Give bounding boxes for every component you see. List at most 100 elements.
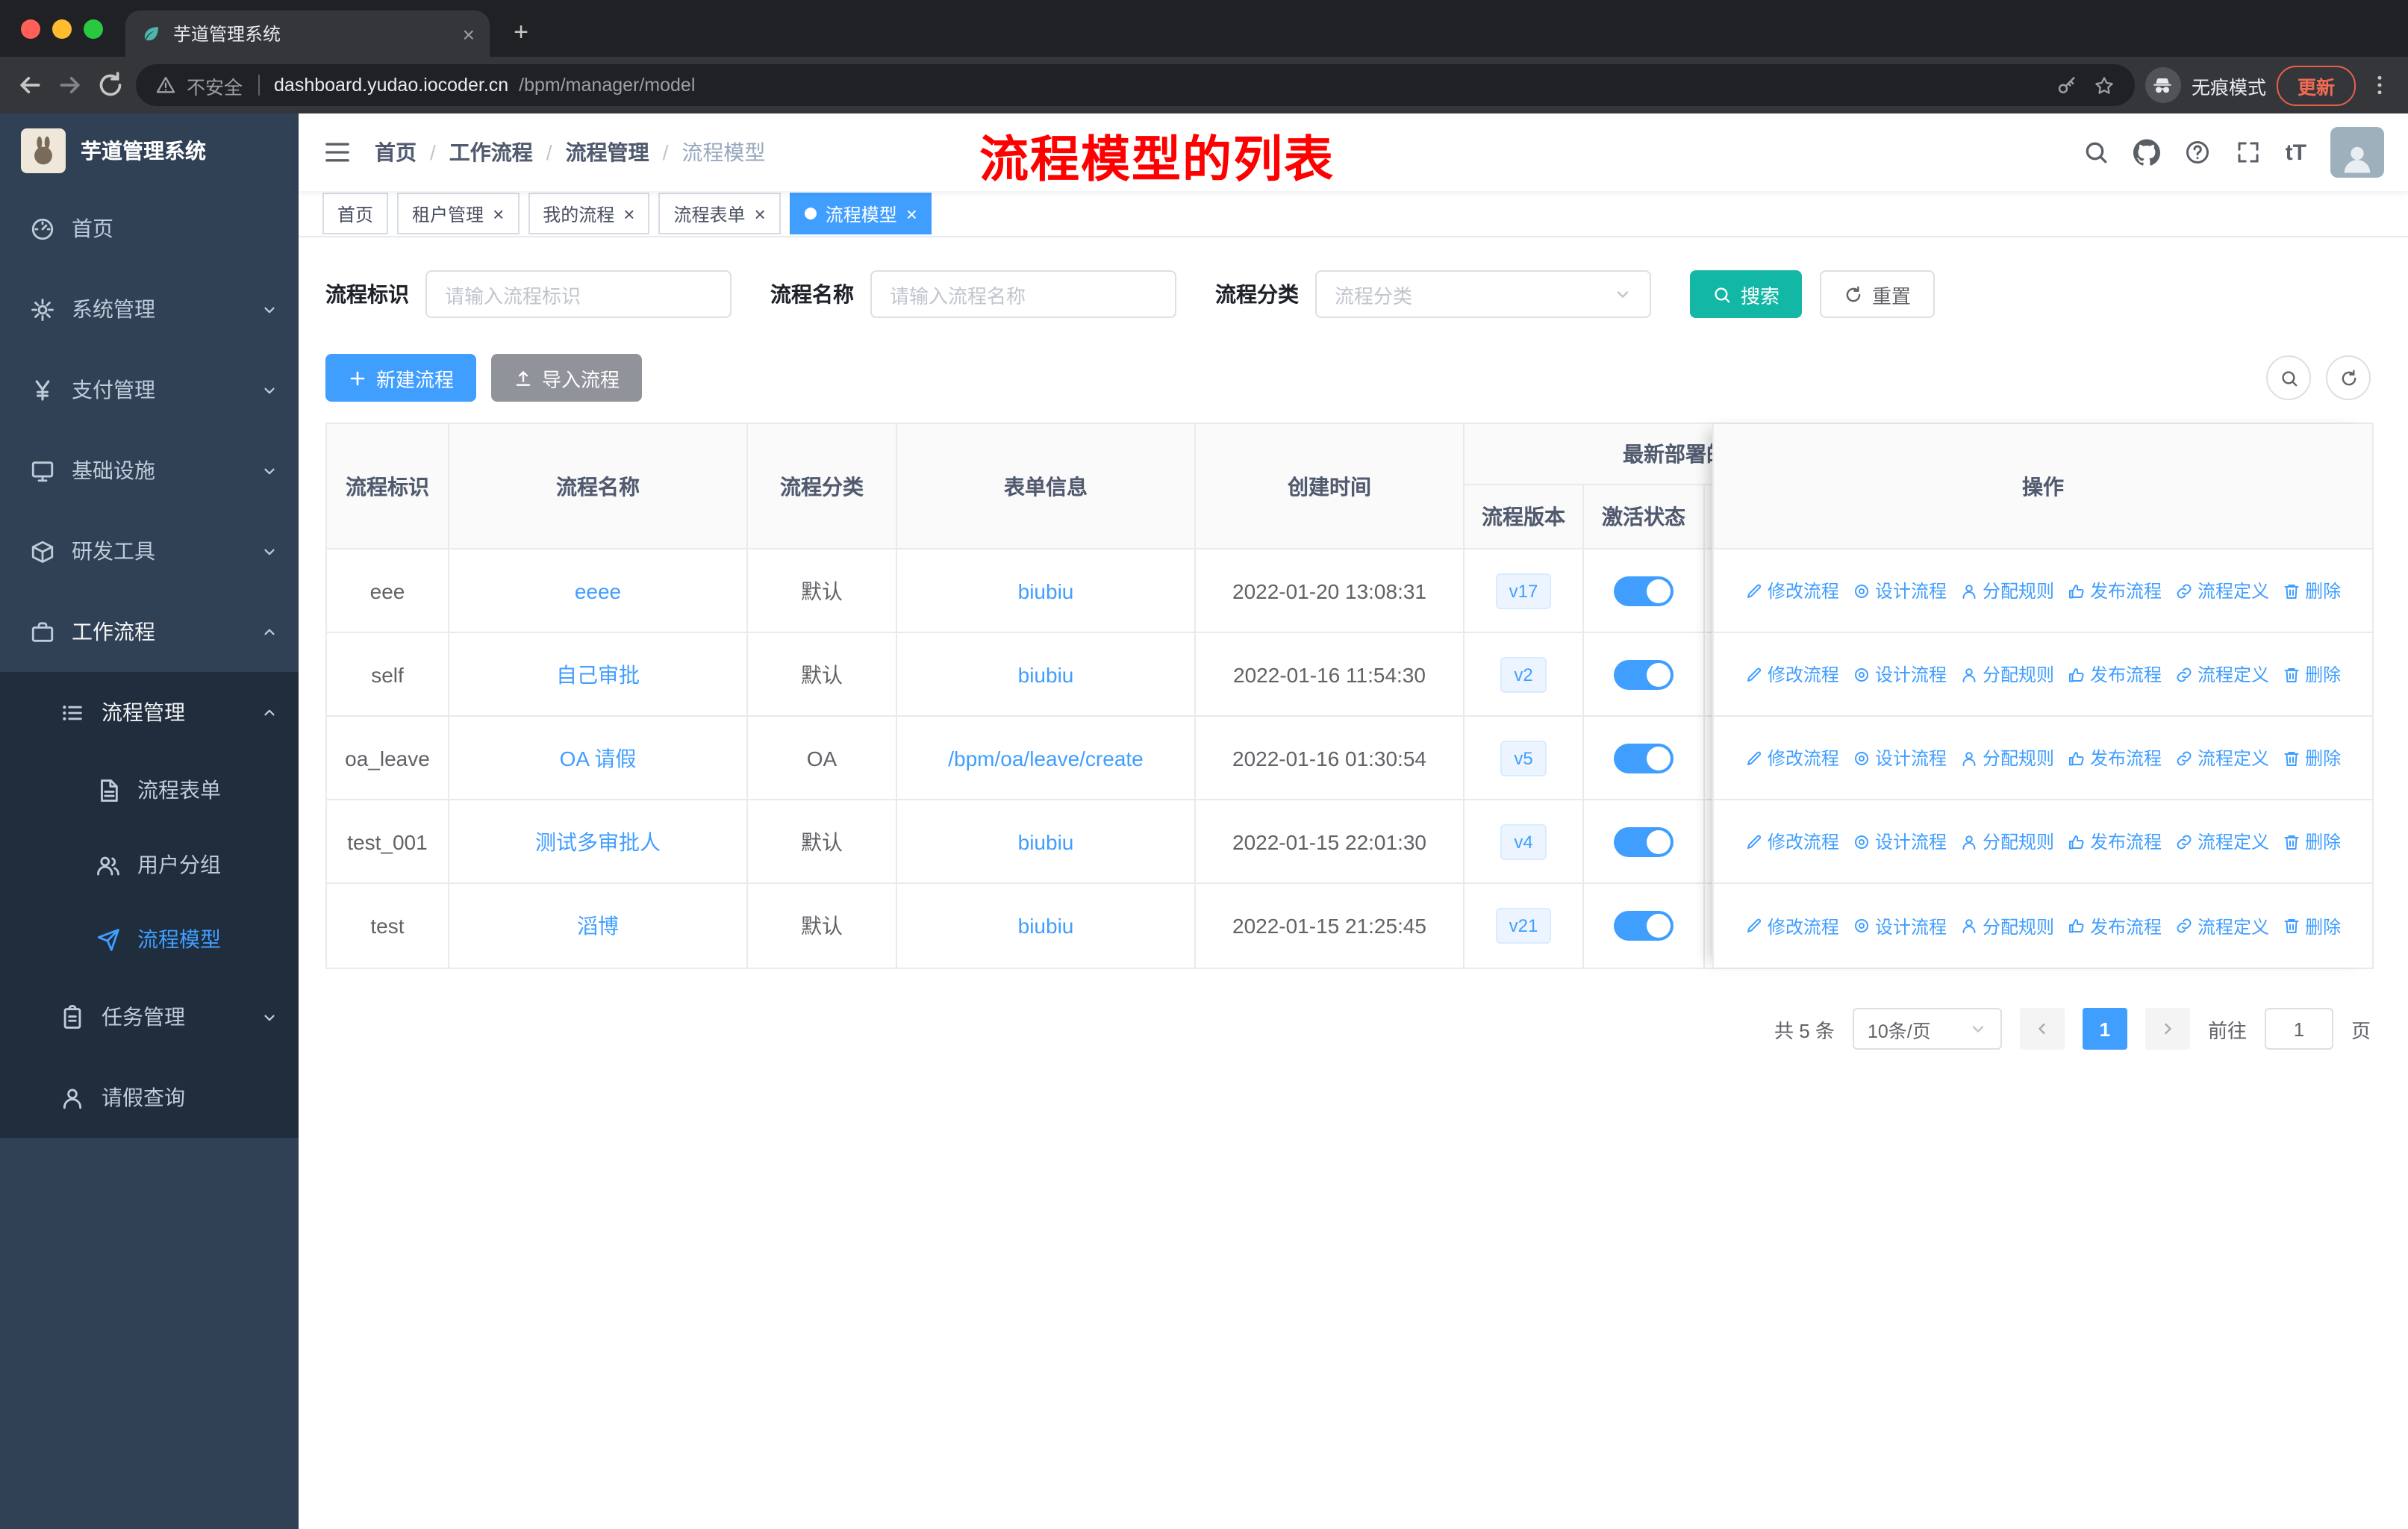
action-trash-link[interactable]: 删除 bbox=[2283, 745, 2341, 770]
refresh-table-button[interactable] bbox=[2326, 355, 2371, 400]
breadcrumb-item[interactable]: 首页 bbox=[375, 137, 417, 167]
toggle-search-button[interactable] bbox=[2266, 355, 2311, 400]
action-target-link[interactable]: 设计流程 bbox=[1853, 578, 1947, 603]
sidebar-item-4[interactable]: 研发工具 bbox=[0, 511, 299, 591]
sidebar-item-9[interactable]: 流程模型 bbox=[0, 902, 299, 977]
process-name-link[interactable]: 自己审批 bbox=[556, 659, 640, 689]
process-name-input[interactable]: 请输入流程名称 bbox=[870, 270, 1176, 318]
create-process-button[interactable]: 新建流程 bbox=[325, 354, 477, 402]
back-icon[interactable] bbox=[15, 70, 45, 100]
page-number-button[interactable]: 1 bbox=[2082, 1008, 2127, 1050]
sidebar-item-2[interactable]: 支付管理 bbox=[0, 349, 299, 430]
action-thumb-link[interactable]: 发布流程 bbox=[2068, 913, 2162, 938]
prev-page-button[interactable] bbox=[2019, 1008, 2065, 1050]
action-user-link[interactable]: 分配规则 bbox=[1960, 661, 2054, 687]
process-name-link[interactable]: 测试多审批人 bbox=[535, 826, 661, 856]
sidebar-item-7[interactable]: 流程表单 bbox=[0, 753, 299, 827]
forward-icon[interactable] bbox=[55, 70, 85, 100]
action-link-link[interactable]: 流程定义 bbox=[2175, 829, 2269, 854]
bookmark-star-icon[interactable] bbox=[2093, 74, 2115, 96]
sidebar-item-3[interactable]: 基础设施 bbox=[0, 430, 299, 511]
tag-流程模型[interactable]: 流程模型 × bbox=[789, 193, 932, 234]
fullscreen-icon[interactable] bbox=[2235, 139, 2262, 166]
reset-button[interactable]: 重置 bbox=[1820, 270, 1936, 318]
browser-tab[interactable]: 芋道管理系统 × bbox=[125, 10, 490, 57]
action-edit-link[interactable]: 修改流程 bbox=[1745, 829, 1839, 854]
sidebar-item-1[interactable]: 系统管理 bbox=[0, 269, 299, 349]
action-thumb-link[interactable]: 发布流程 bbox=[2068, 578, 2162, 603]
sidebar-item-5[interactable]: 工作流程 bbox=[0, 591, 299, 672]
close-icon[interactable]: × bbox=[493, 204, 504, 223]
form-link[interactable]: biubiu bbox=[1018, 829, 1074, 853]
tag-首页[interactable]: 首页 bbox=[322, 193, 389, 234]
action-link-link[interactable]: 流程定义 bbox=[2175, 578, 2269, 603]
active-toggle[interactable] bbox=[1614, 576, 1674, 605]
font-size-icon[interactable]: tT bbox=[2286, 140, 2306, 165]
sidebar-item-10[interactable]: 任务管理 bbox=[0, 977, 299, 1057]
minimize-window-button[interactable] bbox=[52, 19, 72, 39]
action-trash-link[interactable]: 删除 bbox=[2283, 829, 2341, 854]
password-key-icon[interactable] bbox=[2056, 74, 2078, 96]
action-link-link[interactable]: 流程定义 bbox=[2175, 745, 2269, 770]
import-process-button[interactable]: 导入流程 bbox=[491, 354, 643, 402]
action-target-link[interactable]: 设计流程 bbox=[1853, 913, 1947, 938]
sidebar-item-11[interactable]: 请假查询 bbox=[0, 1057, 299, 1138]
close-icon[interactable]: × bbox=[906, 204, 917, 223]
active-toggle[interactable] bbox=[1614, 743, 1674, 773]
avatar[interactable] bbox=[2330, 127, 2384, 178]
action-user-link[interactable]: 分配规则 bbox=[1960, 829, 2054, 854]
action-thumb-link[interactable]: 发布流程 bbox=[2068, 661, 2162, 687]
action-trash-link[interactable]: 删除 bbox=[2283, 578, 2341, 603]
process-name-link[interactable]: 滔博 bbox=[577, 911, 619, 941]
form-link[interactable]: /bpm/oa/leave/create bbox=[948, 746, 1144, 770]
active-toggle[interactable] bbox=[1614, 659, 1674, 689]
tag-租户管理[interactable]: 租户管理 × bbox=[397, 193, 520, 234]
form-link[interactable]: biubiu bbox=[1018, 914, 1074, 938]
sidebar-item-8[interactable]: 用户分组 bbox=[0, 827, 299, 902]
action-target-link[interactable]: 设计流程 bbox=[1853, 745, 1947, 770]
action-target-link[interactable]: 设计流程 bbox=[1853, 661, 1947, 687]
action-thumb-link[interactable]: 发布流程 bbox=[2068, 745, 2162, 770]
breadcrumb-item[interactable]: 工作流程 bbox=[449, 137, 533, 167]
page-size-select[interactable]: 10条/页 bbox=[1852, 1008, 2002, 1050]
process-name-link[interactable]: eeee bbox=[575, 579, 621, 602]
action-target-link[interactable]: 设计流程 bbox=[1853, 829, 1947, 854]
maximize-window-button[interactable] bbox=[84, 19, 103, 39]
tag-我的流程[interactable]: 我的流程 × bbox=[528, 193, 650, 234]
action-user-link[interactable]: 分配规则 bbox=[1960, 578, 2054, 603]
active-toggle[interactable] bbox=[1614, 911, 1674, 941]
sidebar-toggle-icon[interactable] bbox=[322, 137, 352, 167]
tag-流程表单[interactable]: 流程表单 × bbox=[658, 193, 781, 234]
goto-page-input[interactable]: 1 bbox=[2264, 1008, 2333, 1050]
chrome-update-button[interactable]: 更新 bbox=[2276, 65, 2356, 105]
form-link[interactable]: biubiu bbox=[1018, 579, 1074, 602]
action-edit-link[interactable]: 修改流程 bbox=[1745, 913, 1839, 938]
action-user-link[interactable]: 分配规则 bbox=[1960, 745, 2054, 770]
github-icon[interactable] bbox=[2133, 139, 2160, 166]
new-tab-button[interactable]: + bbox=[502, 13, 540, 52]
search-icon[interactable] bbox=[2083, 139, 2109, 166]
process-name-link[interactable]: OA 请假 bbox=[560, 743, 637, 773]
category-select[interactable]: 流程分类 bbox=[1315, 270, 1651, 318]
search-button[interactable]: 搜索 bbox=[1690, 270, 1803, 318]
process-id-input[interactable]: 请输入流程标识 bbox=[425, 270, 732, 318]
address-bar[interactable]: 不安全 dashboard.yudao.iocoder.cn/bpm/manag… bbox=[136, 64, 2135, 106]
action-thumb-link[interactable]: 发布流程 bbox=[2068, 829, 2162, 854]
close-window-button[interactable] bbox=[21, 19, 40, 39]
reload-icon[interactable] bbox=[96, 70, 125, 100]
sidebar-item-6[interactable]: 流程管理 bbox=[0, 672, 299, 753]
close-icon[interactable]: × bbox=[755, 204, 766, 223]
active-toggle[interactable] bbox=[1614, 826, 1674, 856]
sidebar-item-0[interactable]: 首页 bbox=[0, 188, 299, 269]
incognito-profile[interactable]: 无痕模式 bbox=[2145, 67, 2266, 103]
action-user-link[interactable]: 分配规则 bbox=[1960, 913, 2054, 938]
action-edit-link[interactable]: 修改流程 bbox=[1745, 745, 1839, 770]
security-label[interactable]: 不安全 bbox=[187, 71, 243, 99]
help-icon[interactable] bbox=[2184, 139, 2211, 166]
close-icon[interactable]: × bbox=[623, 204, 634, 223]
form-link[interactable]: biubiu bbox=[1018, 662, 1074, 686]
action-link-link[interactable]: 流程定义 bbox=[2175, 913, 2269, 938]
action-trash-link[interactable]: 删除 bbox=[2283, 913, 2341, 938]
action-link-link[interactable]: 流程定义 bbox=[2175, 661, 2269, 687]
action-trash-link[interactable]: 删除 bbox=[2283, 661, 2341, 687]
